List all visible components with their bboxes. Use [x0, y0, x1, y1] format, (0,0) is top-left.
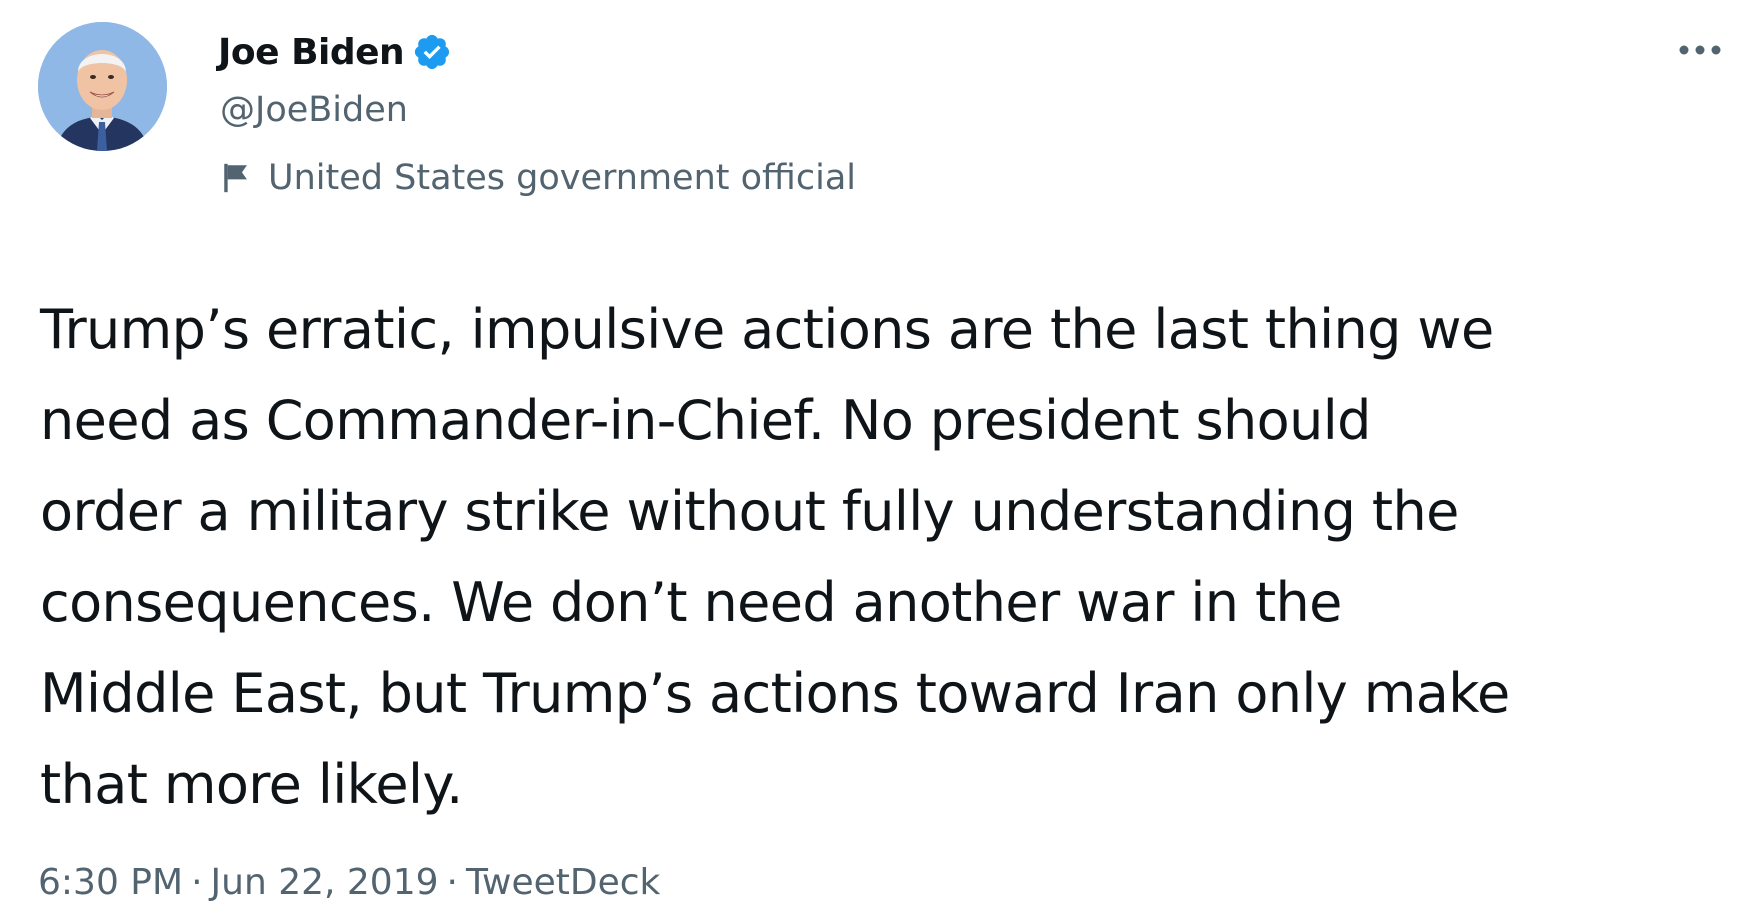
avatar-image: [38, 22, 167, 151]
flag-icon: [220, 161, 254, 195]
author-display-name[interactable]: Joe Biden: [218, 32, 405, 73]
tweet-source[interactable]: TweetDeck: [466, 862, 660, 903]
more-options-icon: [1679, 45, 1721, 55]
tweet-date[interactable]: Jun 22, 2019: [211, 862, 439, 903]
tweet-metadata: 6:30 PM · Jun 22, 2019 · TweetDeck: [38, 862, 660, 903]
account-label-text: United States government official: [268, 158, 857, 198]
tweet-text: Trump’s erratic, impulsive actions are t…: [40, 298, 1510, 816]
author-handle[interactable]: @JoeBiden: [220, 90, 408, 130]
author-name-row: Joe Biden: [218, 26, 452, 78]
tweet-card: Joe Biden @JoeBiden United States govern…: [0, 0, 1752, 913]
verified-badge-icon: [412, 32, 452, 72]
more-options-button[interactable]: [1670, 30, 1730, 70]
avatar[interactable]: [38, 22, 167, 151]
meta-separator: ·: [446, 862, 458, 903]
tweet-time[interactable]: 6:30 PM: [38, 862, 183, 903]
account-label: United States government official: [220, 158, 856, 198]
meta-separator: ·: [191, 862, 203, 903]
